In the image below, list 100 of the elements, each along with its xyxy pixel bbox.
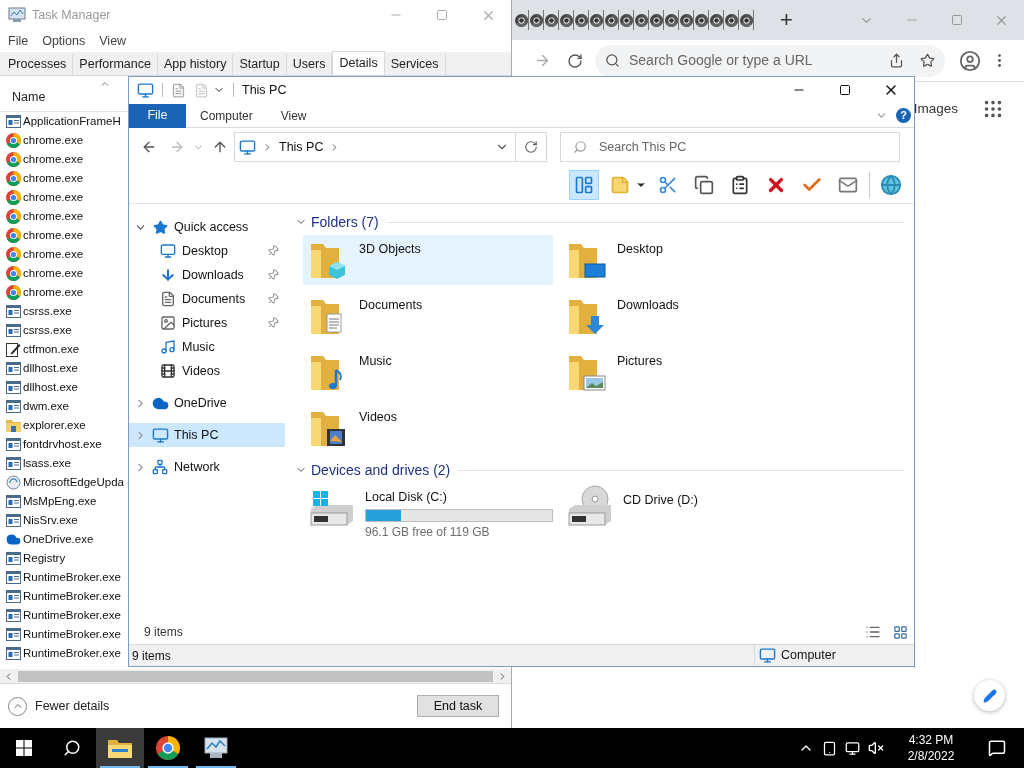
network-icon [152,459,168,475]
drive-item[interactable]: CD Drive (D:) [561,483,811,533]
up-icon[interactable] [212,139,228,155]
bookmark-star-icon[interactable] [920,53,935,68]
fewer-details-link[interactable]: Fewer details [35,696,110,716]
tab[interactable]: Details [332,51,385,75]
clock-time: 4:32 PM [908,732,954,748]
app-window-icon [6,457,21,470]
nav-item[interactable]: Desktop [129,239,285,263]
column-header[interactable]: Name [12,88,46,107]
address-bar[interactable]: This PC [234,132,516,162]
tab[interactable]: Services [384,54,446,75]
browser-tab[interactable] [619,10,634,30]
new-tab-button[interactable]: + [780,9,793,31]
large-icons-view-icon[interactable] [893,624,908,640]
menu-item[interactable]: View [99,31,127,51]
browser-tab[interactable] [559,10,574,30]
chrome-icon [6,228,21,243]
process-name: MsMpEng.exe [23,493,97,509]
desktop-icon [160,243,176,259]
help-button[interactable]: ? [896,108,911,123]
nav-item[interactable]: This PC [129,423,285,447]
ribbon-tab[interactable]: Computer [186,103,267,128]
menu-item[interactable]: Options [42,31,86,51]
images-link[interactable]: Images [913,98,958,120]
process-name: NisSrv.exe [23,512,78,528]
browser-tab[interactable] [724,10,739,30]
notification-icon[interactable] [988,739,1006,757]
status-location: Computer [781,647,836,665]
taskbar-app[interactable] [96,728,144,768]
apps-grid-icon[interactable] [982,98,1004,120]
reload-icon[interactable] [567,52,583,69]
copy-icon [694,174,714,195]
tab[interactable]: App history [157,54,234,75]
browser-tab[interactable] [634,10,649,30]
tablet-icon[interactable] [822,740,837,756]
nav-label: Downloads [182,266,244,284]
browser-tab[interactable] [739,10,754,30]
tab[interactable]: Startup [233,54,287,75]
clock[interactable]: 4:32 PM 2/8/2022 [896,732,966,764]
process-name: csrss.exe [23,322,72,338]
nav-item[interactable]: Music [129,335,285,359]
file-menu-tab[interactable]: File [129,103,186,128]
folder-item[interactable]: Pictures [561,347,811,397]
folder-item[interactable]: Desktop [561,235,811,285]
app-window-icon [6,609,21,622]
tab[interactable]: Performance [73,54,158,75]
preview-pane-icon [574,174,594,195]
browser-tab[interactable] [514,10,529,30]
process-name: dllhost.exe [23,360,78,376]
horizontal-scrollbar[interactable] [0,669,511,683]
nav-item[interactable]: Documents [129,287,285,311]
nav-item[interactable]: Quick access [129,215,285,239]
folder-item[interactable]: Videos [303,403,553,453]
browser-tab[interactable] [649,10,664,30]
browser-tab[interactable] [679,10,694,30]
group-header[interactable]: Folders (7) [311,211,379,233]
folder-icon [108,738,132,758]
browser-tab[interactable] [529,10,544,30]
folder-item[interactable]: 3D Objects [303,235,553,285]
browser-tab[interactable] [544,10,559,30]
process-name: chrome.exe [23,284,84,300]
browser-tab[interactable] [589,10,604,30]
nav-item[interactable]: OneDrive [129,391,285,415]
search-field[interactable]: Search This PC [560,132,900,162]
item-name: CD Drive (D:) [623,492,698,509]
browser-tab[interactable] [664,10,679,30]
menu-item[interactable]: File [8,31,29,51]
network-icon[interactable] [845,740,860,756]
back-icon[interactable] [141,139,157,155]
speaker-muted-icon[interactable] [868,740,884,756]
refresh-button[interactable] [516,132,547,162]
process-name: RuntimeBroker.exe [23,607,121,623]
notepad-pen-icon [6,342,21,357]
profile-icon[interactable] [959,49,981,72]
browser-tab[interactable] [709,10,724,30]
nav-item[interactable]: Network [129,455,285,479]
browser-tab[interactable] [694,10,709,30]
maximize-icon[interactable] [839,84,851,96]
address-bar[interactable]: Search Google or type a URL [595,44,945,77]
task-manager-icon [8,7,26,23]
folder-item[interactable]: Music [303,347,553,397]
customize-button[interactable] [974,680,1005,711]
ribbon-tab[interactable]: View [266,103,321,128]
folder-item[interactable]: Documents [303,291,553,341]
nav-label: Network [174,458,220,476]
nav-item[interactable]: Videos [129,359,285,383]
nav-item[interactable]: Downloads [129,263,285,287]
share-icon[interactable] [889,53,904,68]
browser-tab[interactable] [574,10,589,30]
folder-item[interactable]: Downloads [561,291,811,341]
breadcrumb[interactable]: This PC [279,137,324,157]
process-name: chrome.exe [23,246,84,262]
group-header[interactable]: Devices and drives (2) [311,459,451,481]
end-task-button[interactable]: End task [417,695,499,717]
details-view-icon[interactable] [865,624,881,640]
item-name: Local Disk (C:) [365,489,448,506]
browser-tab[interactable] [604,10,619,30]
tab[interactable]: Processes [2,54,74,75]
nav-item[interactable]: Pictures [129,311,285,335]
